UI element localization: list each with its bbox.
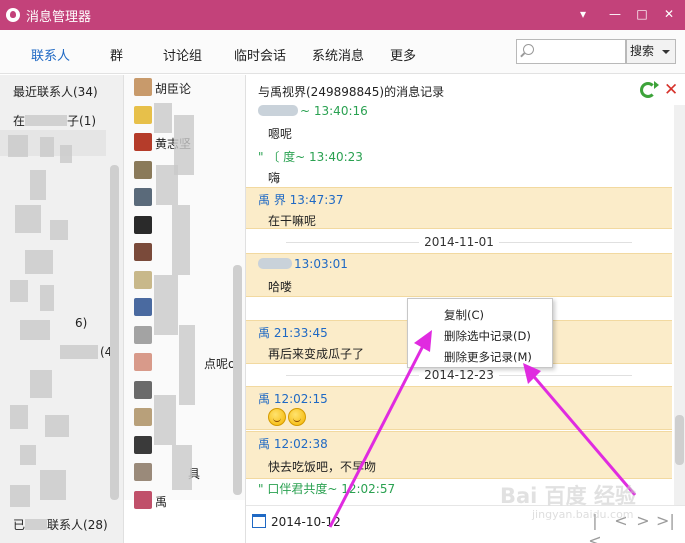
minimize-button[interactable]: —	[605, 5, 625, 23]
calendar-icon[interactable]	[252, 514, 266, 528]
category-group-6[interactable]: 6)	[75, 316, 87, 330]
category-count: 联系人(28)	[47, 518, 108, 532]
category-count: 子(1)	[67, 114, 97, 128]
search-box	[516, 39, 626, 64]
message-time: 13:03:01	[294, 257, 348, 271]
avatar	[134, 490, 152, 509]
category-recent-contacts[interactable]: 最近联系人(34)	[13, 83, 98, 100]
message-sender: 禹 12:02:38	[258, 437, 328, 451]
tab-temp-session[interactable]: 临时会话	[234, 45, 286, 64]
message-item[interactable]: " 〔 度~ 13:40:23 嗨	[246, 145, 672, 187]
title-bar: 消息管理器 ▾ — □ ✕	[0, 0, 685, 30]
message-item[interactable]: 禹 12:02:15	[246, 386, 672, 430]
search-input[interactable]	[539, 41, 623, 62]
search-icon	[523, 44, 534, 55]
avatar	[134, 215, 152, 234]
date-separator-label: 2014-11-01	[419, 235, 499, 249]
message-sender: " 〔 度~ 13:40:23	[258, 150, 363, 164]
search-button-label: 搜索	[630, 44, 655, 58]
avatar	[134, 298, 152, 316]
avatar	[134, 325, 152, 344]
tab-system-messages[interactable]: 系统消息	[312, 45, 364, 64]
message-body: 快去吃饭吧，不早吻	[268, 460, 377, 474]
menu-item-copy[interactable]: 复制(C)	[444, 307, 484, 323]
message-item[interactable]: 禹 界 13:47:37 在干嘛呢	[246, 187, 672, 229]
contact-scrollbar[interactable]	[233, 265, 242, 495]
last-page-button[interactable]: >|	[656, 511, 675, 531]
avatar	[134, 353, 152, 371]
contact-item[interactable]	[134, 185, 234, 207]
avatar	[134, 463, 152, 481]
footer-date[interactable]: 2014-10-12	[271, 515, 341, 529]
close-button[interactable]: ✕	[659, 5, 679, 23]
watermark-url: jingyan.baidu.com	[532, 508, 634, 521]
contact-list: 胡臣论 黄志坚 点呢o 具禹	[123, 75, 245, 543]
avatar	[134, 380, 152, 399]
message-sender: 13:03:01	[258, 257, 348, 271]
message-body: 再后来变成瓜子了	[268, 347, 365, 361]
avatar	[134, 408, 152, 426]
tab-more[interactable]: 更多	[390, 45, 416, 64]
menu-item-delete-more[interactable]: 删除更多记录(M)	[444, 349, 532, 365]
context-menu: 复制(C) 删除选中记录(D) 删除更多记录(M)	[407, 298, 553, 368]
contact-item[interactable]	[134, 295, 234, 317]
avatar	[134, 133, 152, 151]
contact-name: 禹	[155, 494, 168, 509]
tab-contacts[interactable]: 联系人	[31, 45, 70, 64]
contact-item[interactable]	[134, 405, 234, 427]
message-sender: 禹 界 13:47:37	[258, 193, 344, 207]
dropdown-menu-icon[interactable]: ▾	[573, 5, 593, 23]
menu-item-delete-selected[interactable]: 删除选中记录(D)	[444, 328, 531, 344]
message-item[interactable]: ~ 13:40:16 嗯呢	[246, 101, 672, 143]
date-separator-label: 2014-12-23	[419, 368, 499, 382]
message-sender: 禹 21:33:45	[258, 326, 328, 340]
message-time: ~ 13:40:16	[300, 104, 368, 118]
message-body: 嗯呢	[268, 127, 293, 141]
search-button[interactable]: 搜索	[626, 39, 676, 64]
smiley-emoji-icon	[288, 408, 306, 426]
watermark-logo: Bai 百度 经验	[500, 484, 636, 508]
tab-discussion[interactable]: 讨论组	[163, 45, 202, 64]
message-sender: 禹 12:02:15	[258, 392, 328, 406]
category-label: 已	[13, 518, 26, 532]
qq-logo-icon	[6, 8, 20, 22]
avatar	[134, 243, 152, 261]
message-sender: ~ 13:40:16	[258, 104, 368, 118]
smiley-emoji-icon	[268, 408, 286, 426]
next-page-button[interactable]: >	[636, 511, 650, 531]
message-item[interactable]: 13:03:01 哈喽	[246, 253, 672, 297]
contact-item[interactable]: 胡臣论	[134, 75, 234, 97]
category-added-contacts[interactable]: 已 联系人(28)	[13, 516, 108, 533]
avatar	[134, 78, 152, 96]
tab-groups[interactable]: 群	[110, 45, 123, 64]
avatar	[134, 188, 152, 206]
category-list: 最近联系人(34) 在子(1) 6) (4) 已联系人(28)	[0, 75, 123, 543]
avatar	[134, 435, 152, 454]
category-group-1[interactable]: 在 子(1)	[13, 112, 96, 129]
date-separator: 2014-12-23	[246, 368, 672, 382]
message-scroll-thumb[interactable]	[675, 415, 684, 465]
avatar	[134, 105, 152, 124]
delete-icon[interactable]: ✕	[664, 81, 680, 99]
contact-name: 胡臣论	[155, 82, 192, 96]
avatar	[134, 270, 152, 289]
conversation-header: 与禹视界(249898845)的消息记录	[258, 85, 445, 99]
message-body: 哈喽	[268, 280, 293, 294]
date-separator: 2014-11-01	[246, 235, 672, 249]
message-item[interactable]: 禹 12:02:38 快去吃饭吧，不早吻	[246, 431, 672, 479]
message-sender: " 口伴君共度~ 12:02:57	[258, 482, 396, 496]
category-tabs: 联系人 群 讨论组 临时会话 系统消息 更多 搜索	[0, 30, 685, 74]
category-label: 在	[13, 114, 26, 128]
maximize-button[interactable]: □	[632, 5, 652, 23]
message-emojis	[268, 408, 308, 426]
contact-name: 点呢o	[204, 357, 236, 371]
window-title: 消息管理器	[26, 9, 92, 25]
message-body: 在干嘛呢	[268, 214, 317, 228]
refresh-icon[interactable]	[640, 81, 659, 98]
contact-item[interactable]: 禹	[134, 488, 234, 510]
chevron-down-icon	[662, 50, 670, 54]
message-body: 嗨	[268, 171, 281, 185]
avatar	[134, 160, 152, 179]
category-scrollbar[interactable]	[110, 165, 119, 500]
